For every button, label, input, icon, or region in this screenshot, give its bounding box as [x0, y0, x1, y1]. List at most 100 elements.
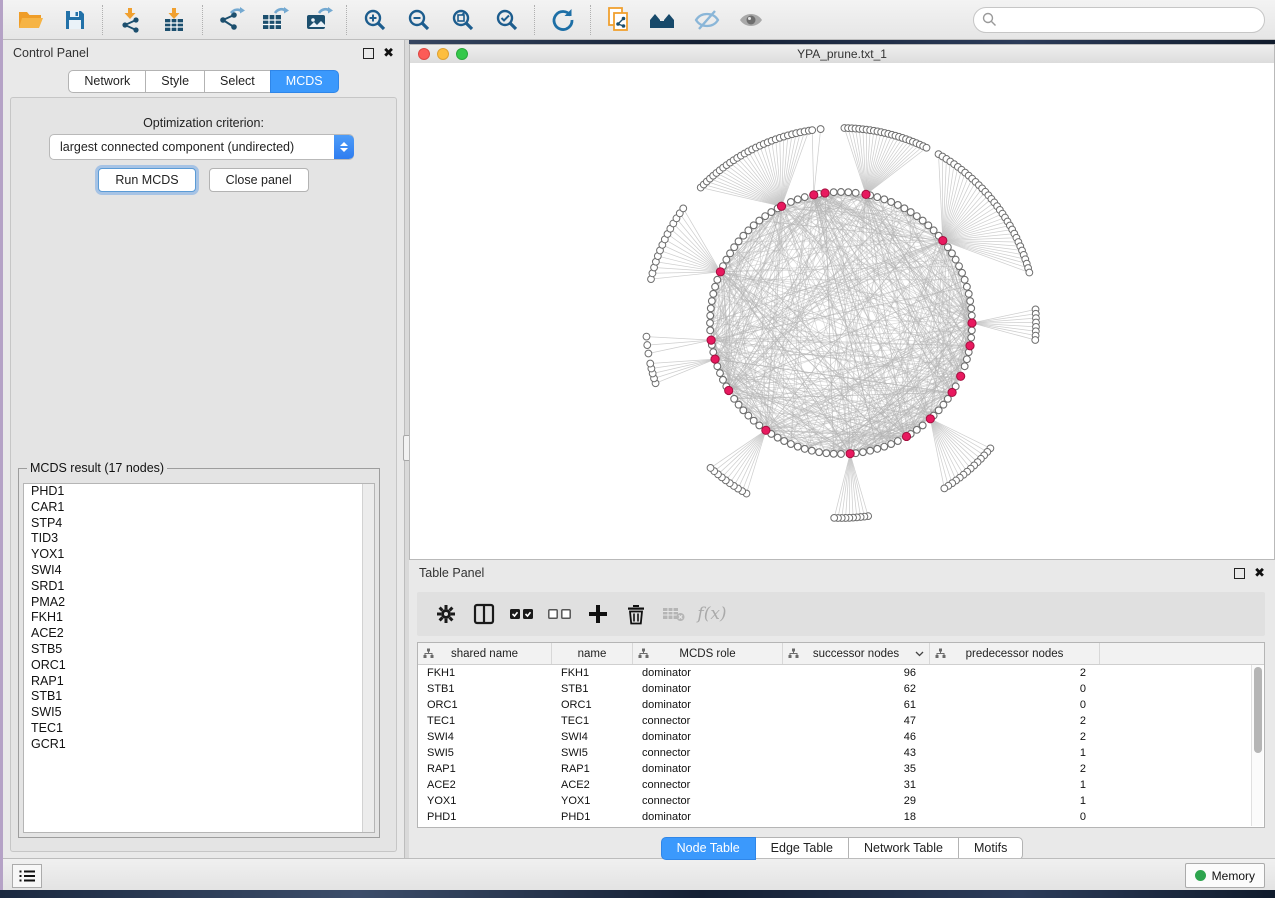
column-header-MCDS-role[interactable]: MCDS role	[633, 643, 783, 664]
table-cell: YOX1	[418, 795, 552, 807]
run-mcds-button[interactable]: Run MCDS	[98, 168, 195, 192]
mcds-hub-node	[862, 190, 870, 198]
mcds-hub-node	[821, 189, 829, 197]
add-column-icon[interactable]	[579, 597, 617, 631]
table-cell: SWI5	[552, 747, 633, 759]
show-all-icon[interactable]	[729, 3, 773, 37]
mcds-result-item[interactable]: STB5	[24, 642, 374, 658]
network-canvas[interactable]	[410, 63, 1274, 559]
mcds-result-item[interactable]: SWI4	[24, 563, 374, 579]
mcds-result-item[interactable]: TEC1	[24, 721, 374, 737]
table-cell: 0	[930, 699, 1100, 711]
table-cell: ORC1	[552, 699, 633, 711]
zoom-selected-icon[interactable]	[485, 3, 529, 37]
mcds-result-item[interactable]: YOX1	[24, 547, 374, 563]
hide-selected-icon[interactable]	[685, 3, 729, 37]
refresh-icon[interactable]	[541, 3, 585, 37]
mcds-result-item[interactable]: SWI5	[24, 705, 374, 721]
float-panel-icon[interactable]	[363, 48, 374, 59]
import-network-icon[interactable]	[109, 3, 153, 37]
mcds-list-scrollbar[interactable]	[362, 484, 374, 832]
tab-mcds[interactable]: MCDS	[270, 70, 339, 93]
export-network-icon[interactable]	[209, 3, 253, 37]
mcds-result-list[interactable]: PHD1CAR1STP4TID3YOX1SWI4SRD1PMA2FKH1ACE2…	[23, 483, 375, 833]
tab-style[interactable]: Style	[145, 70, 205, 93]
column-header-shared-name[interactable]: shared name	[418, 643, 552, 664]
table-row[interactable]: SWI5SWI5connector431	[418, 745, 1264, 761]
table-scrollbar[interactable]	[1251, 665, 1263, 826]
close-panel-button[interactable]: Close panel	[209, 168, 309, 192]
tab-network[interactable]: Network	[68, 70, 146, 93]
table-row[interactable]: RAP1RAP1dominator352	[418, 761, 1264, 777]
table-cell: 47	[783, 715, 930, 727]
mcds-result-item[interactable]: TID3	[24, 531, 374, 547]
network-window-titlebar[interactable]: YPA_prune.txt_1	[410, 45, 1274, 64]
tab-network-table[interactable]: Network Table	[848, 837, 959, 860]
zoom-in-icon[interactable]	[353, 3, 397, 37]
table-row[interactable]: PHD1PHD1dominator180	[418, 809, 1264, 825]
export-image-icon[interactable]	[297, 3, 341, 37]
table-row[interactable]: TEC1TEC1connector472	[418, 713, 1264, 729]
table-panel-titlebar: Table Panel ✖	[409, 560, 1275, 586]
mcds-result-item[interactable]: ACE2	[24, 626, 374, 642]
mcds-result-item[interactable]: CAR1	[24, 500, 374, 516]
mcds-result-item[interactable]: SRD1	[24, 579, 374, 595]
mcds-result-item[interactable]: GCR1	[24, 737, 374, 753]
mcds-result-item[interactable]: ORC1	[24, 658, 374, 674]
mcds-result-item[interactable]: FKH1	[24, 610, 374, 626]
deselect-all-icon[interactable]	[541, 597, 579, 631]
close-panel-icon[interactable]: ✖	[383, 48, 394, 58]
column-header-name[interactable]: name	[552, 643, 633, 664]
save-session-icon[interactable]	[53, 3, 97, 37]
memory-button[interactable]: Memory	[1185, 863, 1265, 888]
zoom-fit-icon[interactable]	[441, 3, 485, 37]
search-box[interactable]	[973, 7, 1265, 33]
tab-select[interactable]: Select	[204, 70, 271, 93]
export-table-icon[interactable]	[253, 3, 297, 37]
table-cell: PHD1	[552, 811, 633, 823]
table-row[interactable]: SWI4SWI4dominator462	[418, 729, 1264, 745]
table-row[interactable]: ORC1ORC1dominator610	[418, 697, 1264, 713]
tab-node-table[interactable]: Node Table	[661, 837, 756, 860]
mcds-result-item[interactable]: RAP1	[24, 674, 374, 690]
zoom-out-icon[interactable]	[397, 3, 441, 37]
table-cell: SWI4	[552, 731, 633, 743]
network-from-selection-icon[interactable]	[597, 3, 641, 37]
mcds-result-item[interactable]: STP4	[24, 516, 374, 532]
delete-column-icon[interactable]	[617, 597, 655, 631]
first-neighbors-icon[interactable]	[641, 3, 685, 37]
table-scrollbar-thumb[interactable]	[1254, 667, 1262, 753]
search-input[interactable]	[1003, 12, 1256, 28]
close-table-panel-icon[interactable]: ✖	[1254, 568, 1265, 578]
table-row[interactable]: STB1STB1dominator620	[418, 681, 1264, 697]
table-row[interactable]: YOX1YOX1connector291	[418, 793, 1264, 809]
import-table-icon[interactable]	[153, 3, 197, 37]
tab-edge-table[interactable]: Edge Table	[755, 837, 849, 860]
table-cell: FKH1	[552, 667, 633, 679]
mcds-result-title: MCDS result (17 nodes)	[27, 461, 167, 475]
split-view-icon[interactable]	[465, 597, 503, 631]
task-history-button[interactable]	[12, 864, 42, 888]
mcds-result-item[interactable]: PHD1	[24, 484, 374, 500]
criterion-dropdown[interactable]: largest connected component (undirected)	[49, 134, 354, 160]
mcds-result-item[interactable]: STB1	[24, 689, 374, 705]
select-all-icon[interactable]	[503, 597, 541, 631]
column-header-predecessor-nodes[interactable]: predecessor nodes	[930, 643, 1100, 664]
mcds-result-item[interactable]: PMA2	[24, 595, 374, 611]
table-cell: 31	[783, 779, 930, 791]
table-mode-icon[interactable]	[427, 597, 465, 631]
table-cell: connector	[633, 715, 783, 727]
table-cell: FKH1	[418, 667, 552, 679]
open-session-icon[interactable]	[9, 3, 53, 37]
tab-motifs[interactable]: Motifs	[958, 837, 1023, 860]
table-row[interactable]: FKH1FKH1dominator962	[418, 665, 1264, 681]
column-header-successor-nodes[interactable]: successor nodes	[783, 643, 930, 664]
table-cell: connector	[633, 795, 783, 807]
table-cell: dominator	[633, 667, 783, 679]
node-table[interactable]: shared namenameMCDS rolesuccessor nodesp…	[417, 642, 1265, 828]
mcds-hub-node	[711, 355, 719, 363]
table-cell: ACE2	[552, 779, 633, 791]
table-row[interactable]: ACE2ACE2connector311	[418, 777, 1264, 793]
mcds-hub-node	[957, 372, 965, 380]
float-table-panel-icon[interactable]	[1234, 568, 1245, 579]
